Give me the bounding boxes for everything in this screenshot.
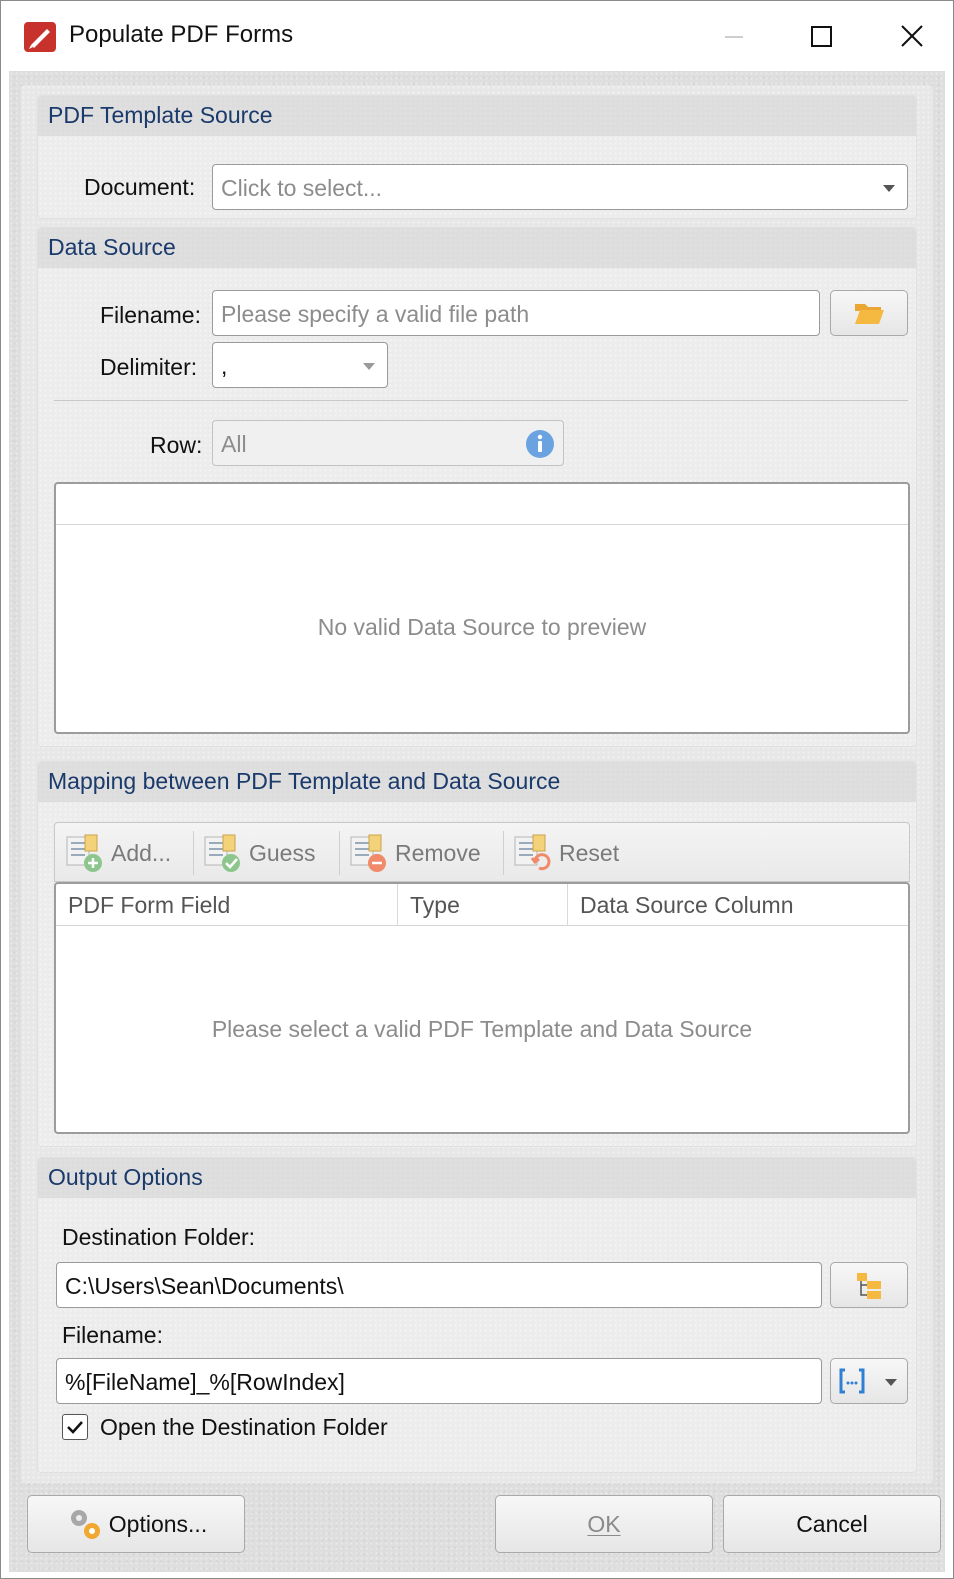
guess-mapping-label: Guess bbox=[249, 839, 316, 866]
cancel-label: Cancel bbox=[796, 1510, 868, 1537]
macro-icon bbox=[839, 1368, 865, 1394]
group-title: Data Source bbox=[48, 234, 176, 260]
mapping-toolbar: Add... Guess Remove Reset bbox=[54, 822, 910, 882]
ok-label: OK bbox=[587, 1510, 621, 1537]
remove-mapping-icon bbox=[350, 834, 386, 872]
info-icon[interactable] bbox=[525, 429, 555, 459]
column-header-data-source-column[interactable]: Data Source Column bbox=[568, 884, 908, 926]
remove-mapping-button[interactable]: Remove bbox=[347, 831, 481, 875]
group-title: Output Options bbox=[48, 1164, 203, 1190]
open-folder-checkbox[interactable] bbox=[62, 1414, 88, 1440]
insert-macro-button[interactable] bbox=[830, 1358, 908, 1404]
toolbar-separator bbox=[339, 831, 340, 875]
filename-placeholder: Please specify a valid file path bbox=[221, 301, 530, 327]
chevron-down-icon bbox=[363, 363, 375, 370]
destination-folder-input[interactable]: C:\Users\Sean\Documents\ bbox=[56, 1262, 822, 1308]
data-source-group: Data Source Filename: Please specify a v… bbox=[37, 227, 917, 747]
delimiter-label: Delimiter: bbox=[100, 354, 198, 380]
folder-open-icon bbox=[855, 304, 884, 324]
preview-empty-text: No valid Data Source to preview bbox=[317, 614, 647, 640]
maximize-button[interactable] bbox=[799, 13, 845, 59]
reset-mapping-label: Reset bbox=[559, 839, 620, 866]
row-value: All bbox=[221, 431, 247, 457]
mapping-table: PDF Form Field Type Data Source Column P… bbox=[54, 882, 910, 1134]
minimize-icon bbox=[725, 36, 743, 38]
dialog-body: PDF Template Source Document: Click to s… bbox=[9, 71, 945, 1572]
close-button[interactable] bbox=[889, 13, 935, 59]
filename-label: Filename: bbox=[100, 302, 201, 328]
ok-button[interactable]: OK bbox=[495, 1495, 713, 1553]
browse-data-file-button[interactable] bbox=[830, 290, 908, 336]
output-filename-value: %[FileName]_%[RowIndex] bbox=[65, 1369, 345, 1395]
output-options-group: Output Options Destination Folder: C:\Us… bbox=[37, 1157, 917, 1473]
checkmark-icon bbox=[67, 1421, 83, 1434]
row-input[interactable]: All bbox=[212, 420, 564, 466]
guess-mapping-button[interactable]: Guess bbox=[201, 831, 315, 875]
row-label: Row: bbox=[150, 432, 203, 458]
browse-folder-icon bbox=[857, 1273, 881, 1299]
options-label: Options... bbox=[108, 1510, 208, 1537]
add-mapping-icon bbox=[66, 834, 102, 872]
app-logo-icon bbox=[24, 22, 56, 52]
column-header-type[interactable]: Type bbox=[398, 884, 568, 926]
chevron-down-icon bbox=[885, 1379, 897, 1386]
toolbar-separator bbox=[503, 831, 504, 875]
cancel-button[interactable]: Cancel bbox=[723, 1495, 941, 1553]
browse-destination-button[interactable] bbox=[830, 1262, 908, 1308]
toolbar-separator bbox=[193, 831, 194, 875]
data-preview-panel: No valid Data Source to preview bbox=[54, 482, 910, 734]
document-select[interactable]: Click to select... bbox=[212, 164, 908, 210]
document-placeholder: Click to select... bbox=[221, 175, 383, 201]
content-panel: PDF Template Source Document: Click to s… bbox=[21, 85, 933, 1483]
reset-mapping-icon bbox=[514, 834, 551, 871]
group-title: PDF Template Source bbox=[48, 102, 273, 128]
add-mapping-button[interactable]: Add... bbox=[63, 831, 171, 875]
guess-mapping-icon bbox=[204, 834, 240, 872]
column-header-pdf-form-field[interactable]: PDF Form Field bbox=[56, 884, 398, 926]
preview-header-line bbox=[56, 524, 908, 525]
mapping-empty-text: Please select a valid PDF Template and D… bbox=[211, 1016, 753, 1042]
window-title: Populate PDF Forms bbox=[69, 21, 294, 48]
add-mapping-label: Add... bbox=[111, 839, 172, 866]
document-label: Document: bbox=[84, 174, 196, 200]
title-bar: Populate PDF Forms bbox=[1, 1, 953, 71]
output-filename-input[interactable]: %[FileName]_%[RowIndex] bbox=[56, 1358, 822, 1404]
delimiter-select[interactable]: , bbox=[212, 342, 388, 388]
delimiter-value: , bbox=[221, 353, 228, 379]
reset-mapping-button[interactable]: Reset bbox=[511, 831, 619, 875]
mapping-group: Mapping between PDF Template and Data So… bbox=[37, 761, 917, 1147]
remove-mapping-label: Remove bbox=[395, 839, 481, 866]
table-header: PDF Form Field Type Data Source Column bbox=[56, 884, 908, 926]
divider bbox=[54, 400, 908, 401]
pdf-template-source-group: PDF Template Source Document: Click to s… bbox=[37, 95, 917, 219]
maximize-icon bbox=[811, 26, 832, 47]
output-filename-label: Filename: bbox=[62, 1322, 163, 1348]
data-file-path-input[interactable]: Please specify a valid file path bbox=[212, 290, 820, 336]
close-icon bbox=[901, 25, 923, 47]
open-folder-label[interactable]: Open the Destination Folder bbox=[100, 1414, 388, 1441]
options-button[interactable]: Options... bbox=[27, 1495, 245, 1553]
destination-folder-label: Destination Folder: bbox=[62, 1224, 256, 1250]
populate-pdf-forms-dialog: Populate PDF Forms PDF Template Source D… bbox=[0, 0, 954, 1579]
destination-folder-value: C:\Users\Sean\Documents\ bbox=[65, 1273, 344, 1299]
group-title: Mapping between PDF Template and Data So… bbox=[48, 768, 561, 794]
chevron-down-icon bbox=[883, 185, 895, 192]
minimize-button[interactable] bbox=[711, 13, 757, 59]
gear-icon bbox=[70, 1510, 100, 1539]
